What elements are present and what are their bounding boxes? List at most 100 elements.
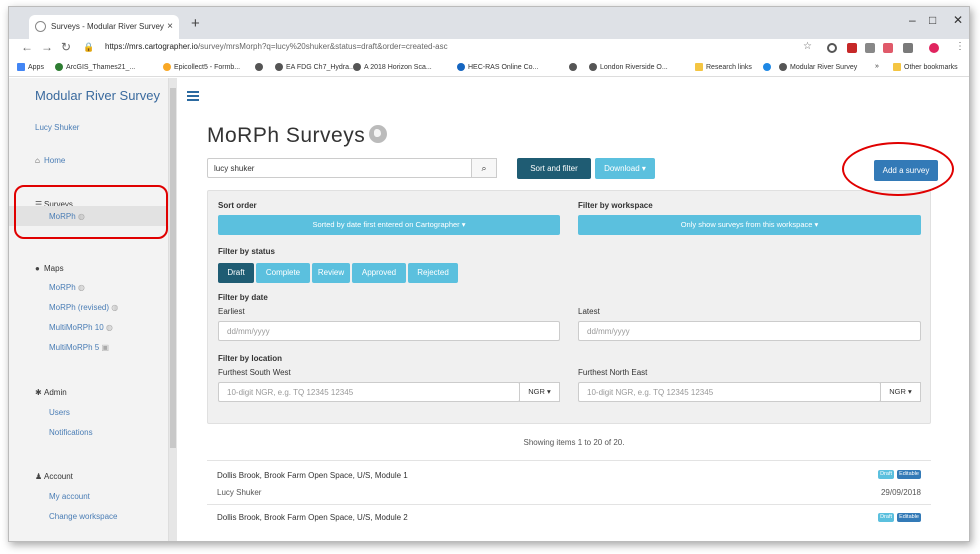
sidebar-item-map[interactable]: MultiMoRPh 5 ▣ (49, 343, 109, 352)
sidebar: Modular River Survey Lucy Shuker ⌂ Home ☰… (9, 78, 169, 541)
sidebar-heading-account: ♟ Account (35, 472, 73, 481)
filter-location-label: Filter by location (218, 354, 283, 363)
north-east-ngr-dropdown[interactable]: NGR ▾ (880, 382, 921, 402)
main-content: MoRPh Surveys lucy shuker ⌕ Sort and fil… (177, 78, 969, 541)
bookmark-item[interactable]: ArcGIS_Thames21_... (55, 63, 135, 71)
apps-icon (17, 63, 25, 71)
bookmark-item[interactable] (763, 63, 773, 71)
south-west-ngr-dropdown[interactable]: NGR ▾ (519, 382, 560, 402)
latest-label: Latest (578, 307, 600, 316)
filter-date-label: Filter by date (218, 293, 268, 302)
status-badge: Draft (878, 470, 894, 479)
status-review-toggle[interactable]: Review (312, 263, 350, 283)
list-item[interactable]: Dollis Brook, Brook Farm Open Space, U/S… (207, 460, 931, 502)
menu-icon[interactable]: ⋮ (955, 41, 965, 52)
bookmark-item[interactable]: London Riverside O... (589, 63, 668, 71)
extension-icon[interactable] (827, 43, 837, 53)
bookmark-apps[interactable]: Apps (17, 63, 44, 71)
annotation-ring-add-survey (842, 142, 954, 196)
extension-icon[interactable] (903, 43, 913, 53)
profile-avatar[interactable] (929, 43, 939, 53)
list-item[interactable]: Dollis Brook, Brook Farm Open Space, U/S… (207, 504, 931, 541)
status-rejected-toggle[interactable]: Rejected (408, 263, 458, 283)
bookmark-folder[interactable]: Other bookmarks (893, 63, 958, 71)
globe-icon (353, 63, 361, 71)
editable-badge: Editable (897, 513, 921, 522)
sidebar-item-my-account[interactable]: My account (49, 492, 90, 501)
close-window-icon[interactable]: ✕ (953, 13, 963, 27)
sort-order-dropdown[interactable]: Sorted by date first entered on Cartogra… (218, 215, 560, 235)
bookmark-folder[interactable]: Research links (695, 63, 752, 71)
folder-icon (893, 63, 901, 71)
extension-icon[interactable] (847, 43, 857, 53)
survey-title[interactable]: Dollis Brook, Brook Farm Open Space, U/S… (217, 471, 408, 480)
south-west-ngr-input[interactable]: 10-digit NGR, e.g. TQ 12345 12345 (218, 382, 520, 402)
status-badge: Draft (878, 513, 894, 522)
download-button[interactable]: Download ▾ (595, 158, 655, 179)
bookmark-item[interactable] (569, 63, 579, 71)
sidebar-scrollbar[interactable] (169, 78, 177, 541)
filter-status-label: Filter by status (218, 247, 275, 256)
status-approved-toggle[interactable]: Approved (352, 263, 406, 283)
latest-date-input[interactable]: dd/mm/yyyy (578, 321, 921, 341)
bookmark-item[interactable]: EA FDG Ch7_Hydra... (275, 63, 355, 71)
bookmark-item[interactable] (255, 63, 265, 71)
bookmarks-overflow[interactable]: » (875, 63, 879, 70)
url-host: https://mrs.cartographer.io (105, 42, 198, 51)
search-input[interactable]: lucy shuker (207, 158, 497, 178)
north-east-label: Furthest North East (578, 368, 648, 377)
editable-badge: Editable (897, 470, 921, 479)
results-count: Showing items 1 to 20 of 20. (523, 438, 625, 447)
status-draft-toggle[interactable]: Draft (218, 263, 254, 283)
hec-icon (457, 63, 465, 71)
url-path: /survey/mrsMorph?q=lucy%20shuker&status=… (197, 42, 448, 51)
sidebar-item-home[interactable]: ⌂ Home (35, 156, 65, 165)
survey-title[interactable]: Dollis Brook, Brook Farm Open Space, U/S… (217, 513, 408, 522)
star-icon[interactable]: ☆ (803, 41, 812, 52)
sidebar-heading-admin: ✱ Admin (35, 388, 67, 397)
bookmark-item[interactable]: HEC-RAS Online Co... (457, 63, 538, 71)
filter-workspace-dropdown[interactable]: Only show surveys from this workspace ▾ (578, 215, 921, 235)
extension-icon[interactable] (865, 43, 875, 53)
bookmark-item[interactable]: Epicollect5 - Formb... (163, 63, 240, 71)
sort-order-label: Sort order (218, 201, 257, 210)
minimize-icon[interactable]: – (909, 13, 916, 27)
hamburger-menu-icon[interactable] (187, 91, 199, 103)
extension-icon[interactable] (883, 43, 893, 53)
new-tab-button[interactable]: + (191, 15, 200, 32)
sidebar-item-map[interactable]: MoRPh (revised) ◍ (49, 303, 118, 312)
back-icon[interactable]: ← (21, 40, 33, 54)
browser-tab[interactable]: Surveys - Modular River Survey × (29, 15, 179, 39)
lock-icon: ▣ (101, 343, 110, 352)
sidebar-item-users[interactable]: Users (49, 408, 70, 417)
earliest-label: Earliest (218, 307, 245, 316)
status-complete-toggle[interactable]: Complete (256, 263, 310, 283)
maximize-icon[interactable]: □ (929, 13, 936, 27)
sidebar-item-map[interactable]: MoRPh ◍ (49, 283, 85, 292)
current-user[interactable]: Lucy Shuker (35, 123, 79, 132)
north-east-ngr-input[interactable]: 10-digit NGR, e.g. TQ 12345 12345 (578, 382, 881, 402)
sidebar-item-map[interactable]: MultiMoRPh 10 ◍ (49, 323, 113, 332)
search-button[interactable]: ⌕ (471, 158, 497, 178)
globe-icon: ◍ (105, 323, 113, 332)
tab-title: Surveys - Modular River Survey (51, 22, 164, 31)
reload-icon[interactable]: ↻ (61, 40, 71, 54)
forward-icon[interactable]: → (41, 40, 53, 54)
scrollbar-thumb[interactable] (170, 88, 176, 448)
url-field[interactable]: https://mrs.cartographer.io/survey/mrsMo… (105, 42, 448, 51)
bookmark-item[interactable]: A 2018 Horizon Sca... (353, 63, 432, 71)
tab-strip: Surveys - Modular River Survey × + – □ ✕ (9, 7, 969, 39)
globe-icon (55, 63, 63, 71)
earliest-date-input[interactable]: dd/mm/yyyy (218, 321, 560, 341)
brand-title[interactable]: Modular River Survey (35, 88, 160, 103)
sidebar-item-notifications[interactable]: Notifications (49, 428, 93, 437)
bookmarks-bar: Apps ArcGIS_Thames21_... Epicollect5 - F… (9, 59, 969, 77)
bookmark-item[interactable]: Modular River Survey (779, 63, 857, 71)
loading-icon (35, 21, 46, 32)
sidebar-item-change-workspace[interactable]: Change workspace (49, 512, 117, 521)
globe-icon (369, 125, 388, 143)
gear-icon: ✱ (35, 388, 42, 397)
tab-close-icon[interactable]: × (167, 15, 173, 39)
sort-filter-button[interactable]: Sort and filter (517, 158, 591, 179)
lock-icon: 🔒 (83, 42, 95, 52)
